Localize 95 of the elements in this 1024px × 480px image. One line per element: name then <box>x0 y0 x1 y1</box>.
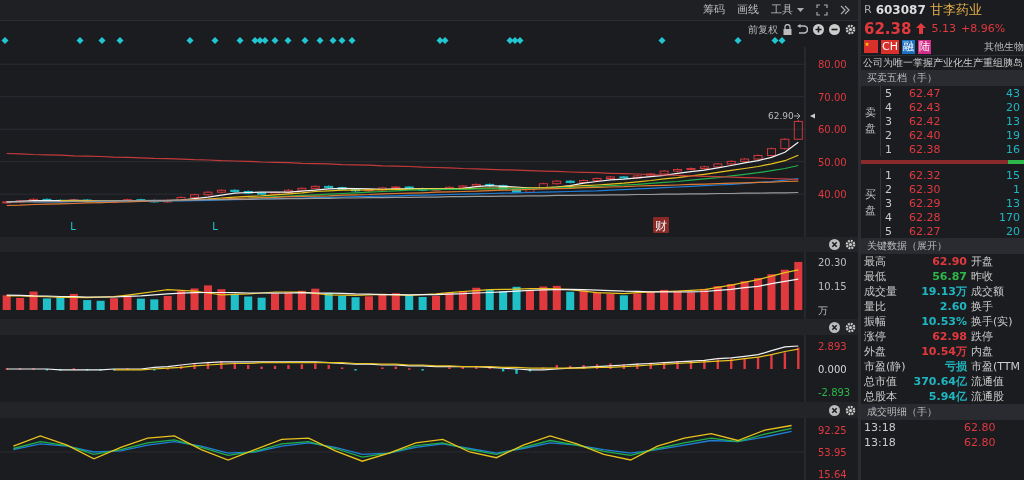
kdj-axis-label: 53.95 <box>818 447 847 458</box>
order-volume: 20 <box>1005 100 1020 114</box>
data-label: 昨收 <box>971 269 994 284</box>
data-value: 10.54万 <box>921 344 967 359</box>
price-axis-label: 50.00 <box>818 156 847 168</box>
order-volume: 16 <box>1005 142 1020 156</box>
order-price: 62.28 <box>909 210 942 224</box>
order-rank: 3 <box>885 196 893 210</box>
order-price: 62.30 <box>909 182 942 196</box>
order-volume: 170 <box>998 210 1020 224</box>
data-label: 开盘 <box>971 254 994 269</box>
order-price: 62.42 <box>909 114 942 128</box>
order-rank: 2 <box>885 128 893 142</box>
volume-unit-label: 万 <box>818 305 828 317</box>
data-label: 涨停 <box>864 329 887 344</box>
data-label: 量比 <box>864 299 887 314</box>
data-value: 62.90 <box>932 255 967 268</box>
data-value: 10.53% <box>921 315 967 328</box>
order-price: 62.29 <box>909 196 942 210</box>
macd-axis-label: -2.893 <box>818 387 851 399</box>
order-price: 62.47 <box>909 86 942 100</box>
section-title: 成交明细（手） <box>861 404 1024 420</box>
order-volume: 1 <box>1012 182 1020 196</box>
price-axis-label: 40.00 <box>818 188 847 200</box>
stock-code: 603087 <box>875 2 926 17</box>
data-label: 内盘 <box>971 344 994 359</box>
data-label: 跌停 <box>971 329 994 344</box>
kdj-axis-label: 92.25 <box>818 425 847 436</box>
data-label: 成交额 <box>971 284 1005 299</box>
data-label: 换手 <box>971 299 994 314</box>
data-label: 流通股 <box>971 389 1005 404</box>
trade-time: 13:18 <box>864 421 897 434</box>
order-rank: 4 <box>885 210 893 224</box>
data-label: 市盈(TTM <box>971 359 1022 374</box>
change-percent: +8.96% <box>960 22 1006 35</box>
data-value: 亏损 <box>945 359 967 374</box>
section-title: 买卖五档（手） <box>861 70 1024 86</box>
data-label: 总股本 <box>864 389 898 404</box>
order-price: 62.40 <box>909 128 942 142</box>
data-label: 最高 <box>864 254 887 269</box>
low-marker: L <box>212 220 218 232</box>
trade-price: 62.80 <box>964 421 996 434</box>
data-value: 19.13万 <box>921 284 967 299</box>
data-label: 最低 <box>864 269 887 284</box>
price-axis-label: 80.00 <box>818 58 847 70</box>
order-rank: 4 <box>885 100 893 114</box>
data-value: 62.98 <box>932 330 967 343</box>
order-volume: 15 <box>1005 168 1020 182</box>
side-label: 买盘 <box>864 186 877 219</box>
data-value: 370.64亿 <box>913 374 967 389</box>
price-axis-label: 60.00 <box>818 123 847 135</box>
order-price: 62.38 <box>909 142 942 156</box>
stock-tag: 融 <box>901 39 915 54</box>
market-label: R <box>864 3 872 16</box>
side-label: 卖盘 <box>864 104 877 137</box>
price-change: 5.13 <box>931 22 956 35</box>
stock-name: 甘李药业 <box>929 0 982 19</box>
data-label: 流通值 <box>971 374 1005 389</box>
order-rank: 2 <box>885 182 893 196</box>
price-axis-label: 70.00 <box>818 91 847 103</box>
order-rank: 5 <box>885 224 893 238</box>
data-label: 振幅 <box>864 314 887 329</box>
order-volume: 43 <box>1005 86 1020 100</box>
data-value: 2.60 <box>939 300 967 313</box>
order-price: 62.43 <box>909 100 942 114</box>
order-volume: 19 <box>1005 128 1020 142</box>
data-value: 56.87 <box>932 270 967 283</box>
macd-axis-label: 2.893 <box>818 341 847 353</box>
volume-axis-label: 20.30 <box>818 257 847 269</box>
data-label: 总市值 <box>864 374 898 389</box>
macd-axis-label: 0.000 <box>818 364 847 376</box>
order-volume: 13 <box>1005 196 1020 210</box>
last-price: 62.38 <box>864 19 912 38</box>
order-rank: 3 <box>885 114 893 128</box>
high-price-label: 62.90 <box>768 110 794 121</box>
stock-tag: CH <box>881 39 899 54</box>
volume-axis-label: 10.15 <box>818 281 847 293</box>
order-price: 62.27 <box>909 224 942 238</box>
data-value: 5.94亿 <box>928 389 967 404</box>
industry-label: 其他生物 <box>984 39 1024 54</box>
trade-price: 62.80 <box>964 436 996 449</box>
data-label: 成交量 <box>864 284 898 299</box>
kdj-axis-label: 15.64 <box>818 469 847 480</box>
order-price: 62.32 <box>909 168 942 182</box>
order-volume: 13 <box>1005 114 1020 128</box>
data-label: 市盈(静) <box>864 359 907 374</box>
low-marker: L <box>70 220 76 232</box>
stock-tag: 陆 <box>917 39 931 54</box>
order-rank: 1 <box>885 168 893 182</box>
order-volume: 20 <box>1005 224 1020 238</box>
data-label: 换手(实) <box>971 314 1014 329</box>
data-label: 外盘 <box>864 344 887 359</box>
order-rank: 5 <box>885 86 893 100</box>
trade-time: 13:18 <box>864 436 897 449</box>
order-rank: 1 <box>885 142 893 156</box>
